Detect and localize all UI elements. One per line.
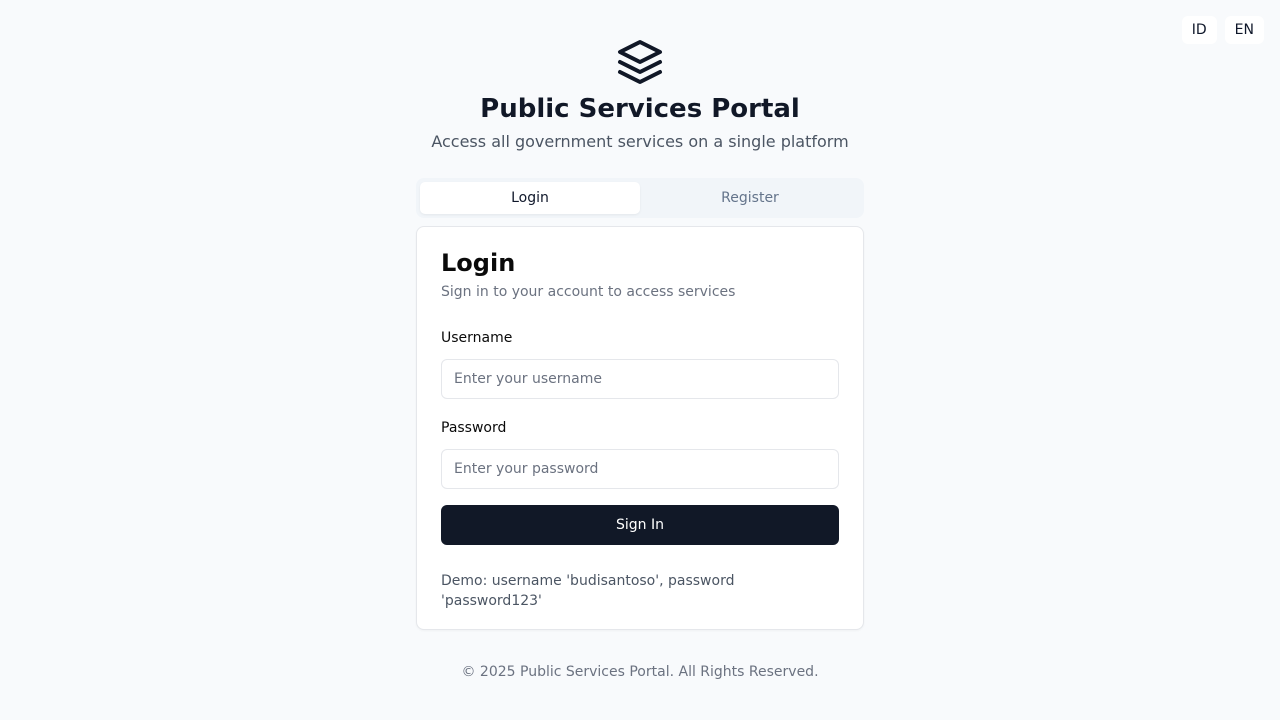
sign-in-button[interactable]: Sign In <box>441 505 839 545</box>
page-subtitle: Access all government services on a sing… <box>431 132 849 151</box>
password-input[interactable] <box>441 449 839 489</box>
card-title: Login <box>441 249 516 277</box>
demo-credentials-note: Demo: username 'budisantoso', password '… <box>441 573 735 609</box>
login-card: Login Sign in to your account to access … <box>416 226 864 630</box>
username-label: Username <box>441 330 513 346</box>
card-description: Sign in to your account to access servic… <box>441 284 736 300</box>
tab-login[interactable]: Login <box>420 182 640 214</box>
tab-register[interactable]: Register <box>640 182 860 214</box>
username-input[interactable] <box>441 359 839 399</box>
password-label: Password <box>441 420 507 436</box>
auth-tabs: Login Register <box>416 178 864 218</box>
footer-copyright: © 2025 Public Services Portal. All Right… <box>461 664 819 680</box>
layers-icon <box>618 40 662 84</box>
page-title: Public Services Portal <box>480 94 800 124</box>
page-header: Public Services Portal Access all govern… <box>0 38 1280 152</box>
